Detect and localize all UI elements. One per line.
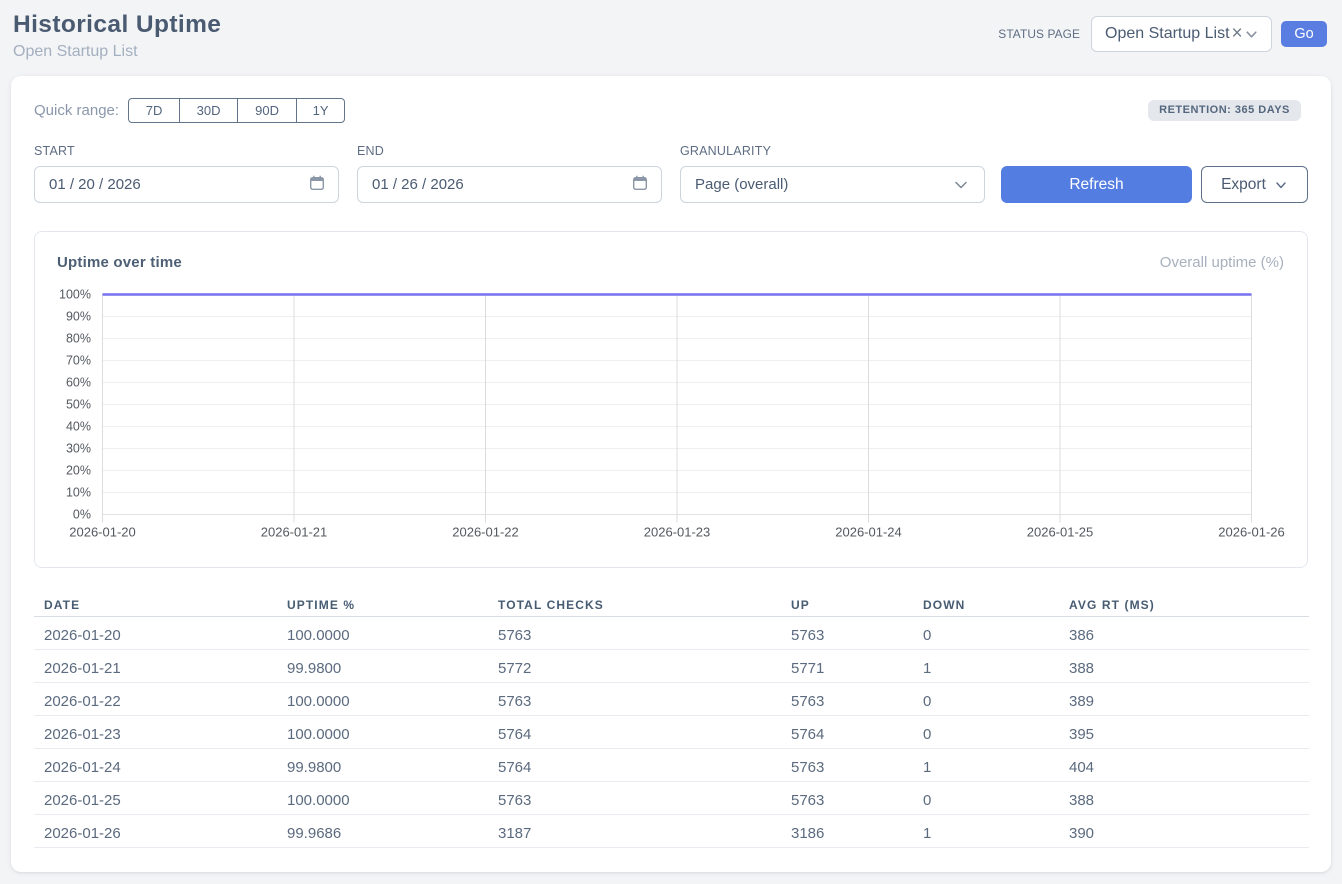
svg-text:70%: 70%: [66, 354, 91, 368]
svg-text:2026-01-25: 2026-01-25: [1027, 525, 1094, 540]
svg-text:30%: 30%: [66, 442, 91, 456]
svg-text:10%: 10%: [66, 486, 91, 500]
svg-text:80%: 80%: [66, 332, 91, 346]
svg-text:0%: 0%: [73, 508, 91, 522]
svg-text:50%: 50%: [66, 398, 91, 412]
svg-text:2026-01-26: 2026-01-26: [1218, 525, 1285, 540]
svg-text:60%: 60%: [66, 376, 91, 390]
svg-text:2026-01-24: 2026-01-24: [835, 525, 902, 540]
svg-text:2026-01-23: 2026-01-23: [644, 525, 711, 540]
svg-text:2026-01-21: 2026-01-21: [261, 525, 328, 540]
svg-text:90%: 90%: [66, 310, 91, 324]
svg-text:20%: 20%: [66, 464, 91, 478]
svg-text:2026-01-22: 2026-01-22: [452, 525, 519, 540]
svg-text:2026-01-20: 2026-01-20: [69, 525, 136, 540]
svg-text:100%: 100%: [59, 288, 91, 302]
svg-text:40%: 40%: [66, 420, 91, 434]
